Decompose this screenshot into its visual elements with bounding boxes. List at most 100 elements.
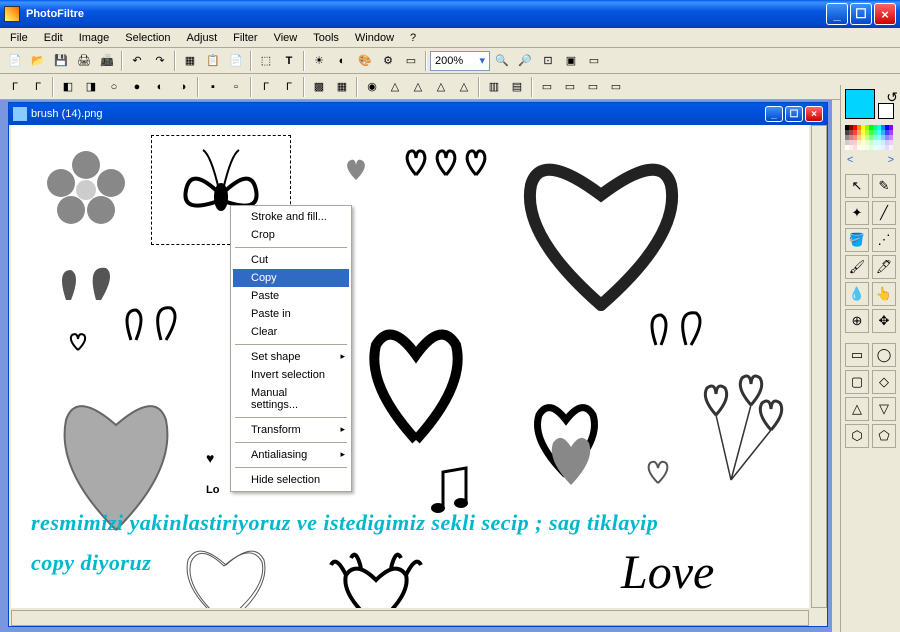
spray-tool[interactable]: ⋰ xyxy=(872,228,896,252)
move-tool[interactable]: ✥ xyxy=(872,309,896,333)
smudge-tool[interactable]: 👆 xyxy=(872,282,896,306)
brush-tool[interactable]: 🖌 xyxy=(845,255,869,279)
doc-minimize-button[interactable]: _ xyxy=(765,106,783,122)
menu-view[interactable]: View xyxy=(266,30,306,46)
gamma-l-icon[interactable]: Γ xyxy=(255,76,277,98)
menu-clear[interactable]: Clear xyxy=(233,323,349,341)
paste-icon[interactable]: 📄 xyxy=(225,50,247,72)
menu-stroke-fill[interactable]: Stroke and fill... xyxy=(233,208,349,226)
menu-copy[interactable]: Copy xyxy=(233,269,349,287)
canvas[interactable]: ♥Lo Love resmimizi yakinlastiriyoruz ve … xyxy=(11,125,809,608)
menu-set-shape[interactable]: Set shape xyxy=(233,348,349,366)
lasso-shape[interactable]: ⬡ xyxy=(845,424,869,448)
color-palette[interactable] xyxy=(845,125,896,150)
doc-close-button[interactable]: × xyxy=(805,106,823,122)
menu-adjust[interactable]: Adjust xyxy=(179,30,226,46)
wand-tool[interactable]: ✦ xyxy=(845,201,869,225)
fit-icon[interactable]: ⊡ xyxy=(537,50,559,72)
triangle2-shape[interactable]: ▽ xyxy=(872,397,896,421)
maximize-button[interactable]: ☐ xyxy=(850,3,872,25)
plugin-icon[interactable]: ▭ xyxy=(582,76,604,98)
menu-selection[interactable]: Selection xyxy=(117,30,178,46)
menu-window[interactable]: Window xyxy=(347,30,402,46)
menu-invert-selection[interactable]: Invert selection xyxy=(233,366,349,384)
menu-filter[interactable]: Filter xyxy=(225,30,265,46)
save-file-icon[interactable]: 💾 xyxy=(50,50,72,72)
doc-maximize-button[interactable]: ☐ xyxy=(785,106,803,122)
pointer-tool[interactable]: ↖ xyxy=(845,174,869,198)
gamma-plus-icon[interactable]: ◨ xyxy=(80,76,102,98)
palette-icon[interactable]: 🎨 xyxy=(354,50,376,72)
module-icon[interactable]: ▭ xyxy=(559,76,581,98)
gamma-minus-icon[interactable]: ◧ xyxy=(57,76,79,98)
grayscale-icon[interactable]: ▪ xyxy=(202,76,224,98)
palette-prev-button[interactable]: < xyxy=(847,154,853,166)
polygon-shape[interactable]: ⬠ xyxy=(872,424,896,448)
palette-next-button[interactable]: > xyxy=(888,154,894,166)
clone-tool[interactable]: ⊕ xyxy=(845,309,869,333)
bright-plus-icon[interactable]: ● xyxy=(126,76,148,98)
minimize-button[interactable]: _ xyxy=(826,3,848,25)
triangle-shape[interactable]: △ xyxy=(845,397,869,421)
vertical-scrollbar[interactable] xyxy=(811,125,827,608)
menu-file[interactable]: File xyxy=(2,30,36,46)
adjust-icon[interactable]: ⚙ xyxy=(377,50,399,72)
zoom-out-icon[interactable]: 🔎 xyxy=(514,50,536,72)
menu-tools[interactable]: Tools xyxy=(305,30,347,46)
menu-paste-in[interactable]: Paste in xyxy=(233,305,349,323)
menu-antialiasing[interactable]: Antialiasing xyxy=(233,446,349,464)
undo-icon[interactable]: ↶ xyxy=(126,50,148,72)
horizontal-scrollbar[interactable] xyxy=(11,610,809,626)
histogram-icon[interactable]: ▭ xyxy=(536,76,558,98)
zoom-select[interactable]: 200% ▾ xyxy=(430,51,490,71)
zoom-in-icon[interactable]: 🔍 xyxy=(491,50,513,72)
ellipse-shape[interactable]: ◯ xyxy=(872,343,896,367)
diamond-shape[interactable]: ◇ xyxy=(872,370,896,394)
menu-manual-settings[interactable]: Manual settings... xyxy=(233,384,349,414)
colorize-icon[interactable]: ▥ xyxy=(483,76,505,98)
line-tool[interactable]: ╱ xyxy=(872,201,896,225)
advanced-brush-tool[interactable]: 🖊 xyxy=(872,255,896,279)
document-titlebar[interactable]: brush (14).png _ ☐ × xyxy=(9,103,827,125)
redo-icon[interactable]: ↷ xyxy=(149,50,171,72)
menu-transform[interactable]: Transform xyxy=(233,421,349,439)
close-button[interactable]: × xyxy=(874,3,896,25)
blur-icon[interactable]: ◉ xyxy=(361,76,383,98)
menu-crop[interactable]: Crop xyxy=(233,226,349,244)
relief-icon[interactable]: △ xyxy=(430,76,452,98)
new-file-icon[interactable]: 📄 xyxy=(4,50,26,72)
edge-icon[interactable]: △ xyxy=(453,76,475,98)
rect-shape[interactable]: ▭ xyxy=(845,343,869,367)
contrast-minus-icon[interactable]: ◐ xyxy=(149,76,171,98)
brightness-icon[interactable]: ☀ xyxy=(308,50,330,72)
sharpen-icon[interactable]: △ xyxy=(384,76,406,98)
rounded-rect-shape[interactable]: ▢ xyxy=(845,370,869,394)
copy-icon[interactable]: 📋 xyxy=(202,50,224,72)
menu-cut[interactable]: Cut xyxy=(233,251,349,269)
rgb-icon[interactable]: ▦ xyxy=(179,50,201,72)
slideshow-icon[interactable]: ▭ xyxy=(583,50,605,72)
fill-tool[interactable]: 🪣 xyxy=(845,228,869,252)
menu-paste[interactable]: Paste xyxy=(233,287,349,305)
menu-image[interactable]: Image xyxy=(71,30,118,46)
gamma-r-icon[interactable]: Γ xyxy=(278,76,300,98)
layer-icon[interactable]: ▭ xyxy=(400,50,422,72)
menu-help[interactable]: ? xyxy=(402,30,424,46)
scan-icon[interactable]: 📠 xyxy=(96,50,118,72)
dither-icon[interactable]: ▩ xyxy=(308,76,330,98)
bright-minus-icon[interactable]: ○ xyxy=(103,76,125,98)
contrast-icon[interactable]: ◐ xyxy=(331,50,353,72)
auto-contrast-icon[interactable]: Γ xyxy=(27,76,49,98)
open-file-icon[interactable]: 📂 xyxy=(27,50,49,72)
swap-colors-icon[interactable]: ↺ xyxy=(886,89,898,106)
foreground-color-swatch[interactable] xyxy=(845,89,875,119)
sepia-icon[interactable]: ▫ xyxy=(225,76,247,98)
eyedropper-tool[interactable]: ✎ xyxy=(872,174,896,198)
blur-tool[interactable]: 💧 xyxy=(845,282,869,306)
soften-icon[interactable]: △ xyxy=(407,76,429,98)
posterize-icon[interactable]: ▦ xyxy=(331,76,353,98)
fullscreen-icon[interactable]: ▣ xyxy=(560,50,582,72)
contrast-plus-icon[interactable]: ◑ xyxy=(172,76,194,98)
menu-hide-selection[interactable]: Hide selection xyxy=(233,471,349,489)
text-icon[interactable]: T xyxy=(278,50,300,72)
